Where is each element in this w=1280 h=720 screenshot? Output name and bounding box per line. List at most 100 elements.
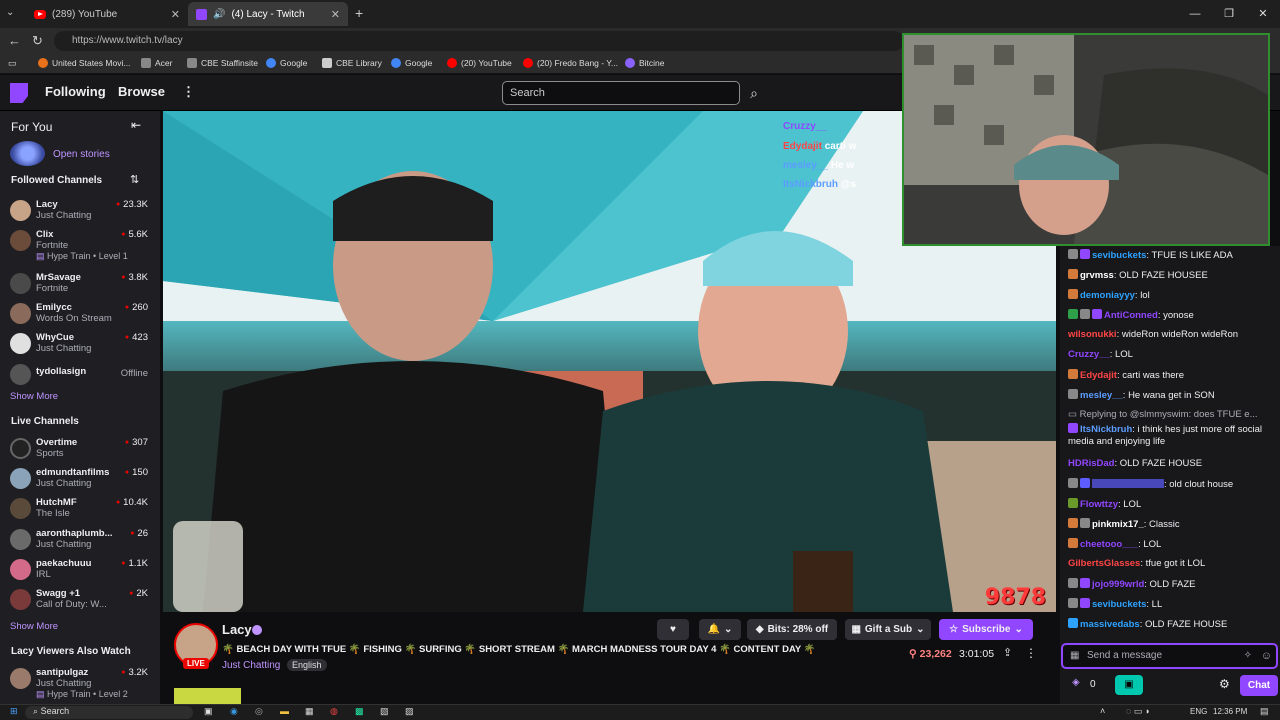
browse-link[interactable]: Browse [118,84,165,99]
tab-youtube[interactable]: (289) YouTube ✕ [26,2,188,26]
search-input[interactable]: Search [502,81,740,105]
live-channel[interactable]: Swagg +1 Call of Duty: W... 2K [10,587,148,613]
notifications-button[interactable]: 🔔 ⌄ [699,619,741,640]
app-icon[interactable]: ▧ [380,706,389,717]
steam-icon[interactable]: ◎ [255,706,263,717]
taskbar-clock[interactable]: 12:36 PM [1213,707,1247,716]
chat-send-button[interactable]: Chat [1240,675,1278,696]
notifications-icon[interactable]: ▤ [1260,706,1269,717]
following-link[interactable]: Following [45,84,106,99]
chat-message-input[interactable]: ▦ Send a message ✧ ☺ [1061,643,1278,669]
followed-channel-clix[interactable]: Clix Fortnite ▤ Hype Train • Level 1 5.6… [10,228,148,264]
bookmark-item[interactable]: Google [266,58,307,68]
chat-username[interactable]: grvmss [1080,270,1114,281]
tab-list-icon[interactable]: ⌄ [6,7,14,18]
speaker-icon[interactable]: 🔊 [213,9,225,20]
magic-icon[interactable]: ✧ [1244,645,1252,667]
bookmark-item[interactable]: (20) YouTube [447,58,512,68]
chat-username[interactable]: Edydajit [1080,370,1117,381]
tray-icons[interactable]: ◌ ▭ ◗ [1126,706,1150,717]
file-explorer-icon[interactable]: ▬ [280,706,289,716]
show-more-followed[interactable]: Show More [10,391,58,402]
reload-icon[interactable]: ↻ [32,33,43,49]
show-more-live[interactable]: Show More [10,621,58,632]
close-window-icon[interactable]: ✕ [1246,0,1280,28]
followed-channel-mrsavage[interactable]: MrSavage Fortnite 3.8K [10,271,148,297]
followed-channel-whycue[interactable]: WhyCue Just Chatting 423 [10,331,148,357]
chat-username[interactable]: Cruzzy__ [1068,349,1110,360]
close-tab-icon[interactable]: ✕ [171,8,180,21]
edge-icon[interactable]: ◉ [230,706,238,717]
more-menu-icon[interactable]: ⋮ [182,84,195,100]
live-channel[interactable]: HutchMF The Isle 10.4K [10,496,148,522]
app-icon[interactable]: ▩ [355,706,364,717]
bookmark-item[interactable]: (20) Fredo Bang - Y... [523,58,618,68]
emoji-icon[interactable]: ☺ [1261,645,1272,667]
twitch-logo-icon[interactable] [10,83,28,103]
chrome-icon[interactable]: ◍ [330,706,338,717]
minimize-icon[interactable]: — [1178,0,1212,28]
bookmark-item[interactable]: CBE Staffinsite [187,58,258,68]
chat-username[interactable]: sevibuckets [1092,250,1146,261]
bookmark-item[interactable]: CBE Library [322,58,382,68]
channel-name[interactable]: Lacy [222,622,252,637]
taskbar-search[interactable]: ⌕ Search [25,706,193,719]
sort-icon[interactable]: ⇅ [130,173,139,186]
task-view-icon[interactable]: ▣ [204,706,213,717]
channel-points-button[interactable]: ▣ [1115,675,1143,695]
follow-heart-button[interactable]: ♥ [657,619,689,640]
app-icon[interactable]: ▨ [405,706,414,717]
also-watch-channel[interactable]: santipulgaz Just Chatting ▤ Hype Train •… [10,666,148,702]
bookmark-item[interactable]: Bitcine [625,58,665,68]
bookmark-item[interactable]: Google [391,58,432,68]
url-field[interactable]: https://www.twitch.tv/lacy [54,31,904,51]
chat-username[interactable]: wilsonukki [1068,329,1117,340]
chat-username[interactable]: jojo999wrld [1092,579,1144,590]
settings-gear-icon[interactable]: ⚙ [1219,677,1230,691]
share-icon[interactable]: ⇪ [1003,646,1012,659]
chat-username[interactable]: HDRisDad [1068,458,1114,469]
live-channel[interactable]: Overtime Sports 307 [10,436,148,462]
more-options-icon[interactable]: ⋮ [1025,646,1037,660]
chat-username[interactable]: Flowttzy [1080,499,1118,510]
new-tab-button[interactable]: + [355,5,363,21]
chat-username[interactable]: AntiConned [1104,310,1158,321]
back-icon[interactable]: ← [8,33,21,48]
collapse-sidebar-icon[interactable]: ⇤ [131,118,141,132]
bits-button[interactable]: ◆ Bits: 28% off [747,619,837,640]
chat-username[interactable]: GilbertsGlasses [1068,558,1140,569]
app-icon[interactable]: ▦ [305,706,314,717]
language-tag[interactable]: English [287,659,327,671]
language-indicator[interactable]: ENG [1190,707,1207,716]
followed-channel-tydollasign[interactable]: tydollasign Offline [10,362,148,388]
chat-username[interactable]: ItsNickbruh [1080,424,1132,435]
live-channel[interactable]: aaronthaplumb... Just Chatting 26 [10,527,148,553]
maximize-icon[interactable]: ❐ [1212,0,1246,28]
bookmark-item[interactable]: Acer [141,58,172,68]
bits-icon[interactable]: ◈ [1072,677,1080,688]
stream-category-link[interactable]: Just Chatting [222,660,280,671]
stories-avatar[interactable] [10,141,45,166]
windows-start-icon[interactable]: ⊞ [10,706,18,717]
close-tab-icon[interactable]: ✕ [331,8,340,21]
open-stories-link[interactable]: Open stories [53,149,110,160]
chat-username-obscured[interactable] [1092,479,1164,488]
tab-twitch[interactable]: 🔊 (4) Lacy - Twitch ✕ [188,2,348,26]
gift-sub-button[interactable]: ▦ Gift a Sub ⌄ [845,619,931,640]
live-channel[interactable]: edmundtanfilms Just Chatting 150 [10,466,148,492]
apps-icon[interactable]: ▭ [8,58,17,69]
live-channel[interactable]: paekachuuu IRL 1.1K [10,557,148,583]
tray-chevron-icon[interactable]: ˄ [1100,706,1105,716]
subscribe-button[interactable]: ☆ Subscribe ⌄ [939,619,1033,640]
chat-username[interactable]: demoniayyy [1080,290,1135,301]
followed-channel-emilycc[interactable]: Emilycc Words On Stream 260 [10,301,148,327]
chat-username[interactable]: cheetooo___ [1080,539,1138,550]
chat-username[interactable]: massivedabs [1080,619,1140,630]
chat-username[interactable]: pinkmix17_ [1092,519,1144,530]
emote-picker-icon[interactable]: ▦ [1070,645,1079,667]
bookmark-item[interactable]: United States Movi... [38,58,130,68]
chat-username[interactable]: sevibuckets [1092,599,1146,610]
chat-username[interactable]: mesley__ [1080,390,1123,401]
search-icon[interactable]: ⌕ [742,81,766,105]
followed-channel-lacy[interactable]: Lacy Just Chatting 23.3K [10,198,148,224]
